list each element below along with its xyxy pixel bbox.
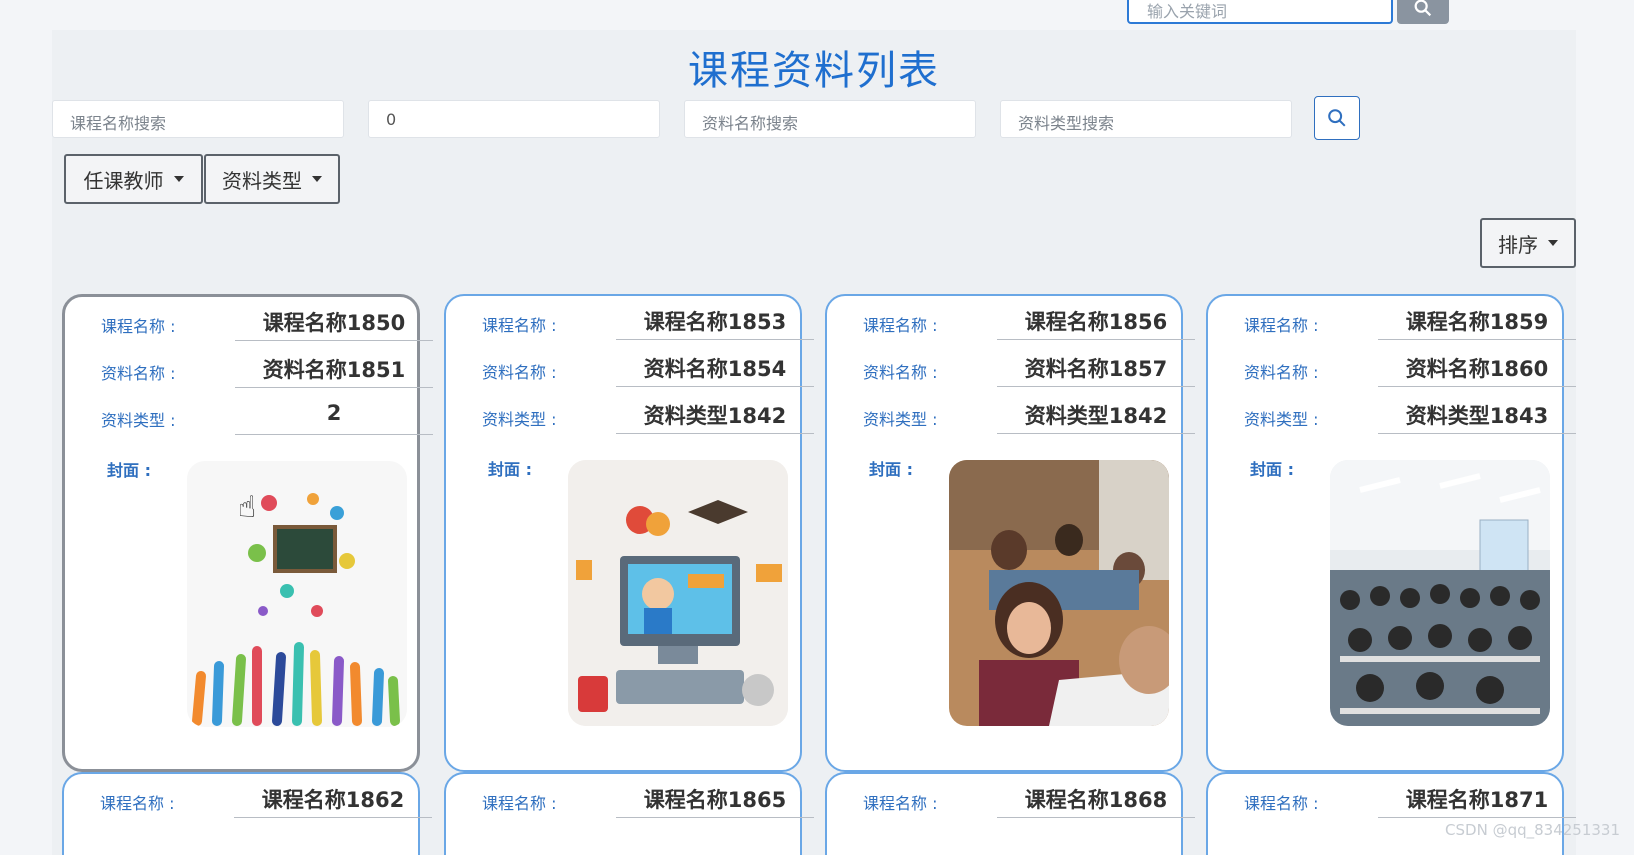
course-value: 课程名称1871 xyxy=(1378,784,1576,818)
type-dropdown[interactable]: 资料类型 xyxy=(204,154,340,204)
caret-down-icon xyxy=(173,176,184,182)
type-value: 资料类型1842 xyxy=(997,400,1195,434)
watermark: CSDN @qq_834251331 xyxy=(1445,821,1620,839)
material-card[interactable]: 课程名称 : 课程名称1853 资料名称 : 资料名称1854 资料类型 : 资料类型… xyxy=(444,294,814,772)
material-card[interactable]: 课程名称 : 课程名称1871 xyxy=(1206,772,1576,855)
material-card[interactable]: 课程名称 : 课程名称1850 资料名称 : 资料名称1851 资料类型 : 2 封面… xyxy=(62,294,433,772)
type-dropdown-label: 资料类型 xyxy=(222,168,302,193)
material-card[interactable]: 课程名称 : 课程名称1868 xyxy=(825,772,1195,855)
teacher-dropdown-label: 任课教师 xyxy=(83,168,164,193)
type-label: 资料类型 : xyxy=(863,410,938,429)
course-value: 课程名称1862 xyxy=(234,784,432,818)
course-label: 课程名称 : xyxy=(1244,794,1319,813)
material-card[interactable]: 课程名称 : 课程名称1865 xyxy=(444,772,814,855)
material-label: 资料名称 : xyxy=(1244,363,1319,382)
course-label: 课程名称 : xyxy=(863,794,938,813)
material-name-search-input[interactable]: 资料名称搜索 xyxy=(684,100,976,138)
type-value: 资料类型1843 xyxy=(1378,400,1576,434)
cover-image[interactable] xyxy=(1330,460,1550,726)
material-value: 资料名称1860 xyxy=(1378,353,1576,387)
material-card[interactable]: 课程名称 : 课程名称1862 xyxy=(62,772,432,855)
cover-image[interactable] xyxy=(949,460,1169,726)
course-label: 课程名称 : xyxy=(863,316,938,335)
global-search-button[interactable] xyxy=(1397,0,1449,24)
type-label: 资料类型 : xyxy=(482,410,557,429)
type-value: 2 xyxy=(235,401,433,435)
sort-dropdown[interactable]: 排序 xyxy=(1480,218,1576,268)
caret-down-icon xyxy=(1548,240,1558,246)
cover-label: 封面 : xyxy=(1250,460,1294,479)
course-value: 课程名称1868 xyxy=(997,784,1195,818)
course-value: 课程名称1865 xyxy=(616,784,814,818)
material-value: 资料名称1854 xyxy=(616,353,814,387)
material-label: 资料名称 : xyxy=(482,363,557,382)
course-label: 课程名称 : xyxy=(482,794,557,813)
material-type-search-input[interactable]: 资料类型搜索 xyxy=(1000,100,1292,138)
global-search-input[interactable]: 输入关键词 xyxy=(1127,0,1393,24)
sort-dropdown-label: 排序 xyxy=(1498,232,1538,257)
course-value: 课程名称1856 xyxy=(997,306,1195,340)
course-name-search-input[interactable]: 课程名称搜索 xyxy=(52,100,344,138)
cover-label: 封面 : xyxy=(107,461,151,480)
material-label: 资料名称 : xyxy=(101,364,176,383)
course-label: 课程名称 : xyxy=(101,317,176,336)
cover-label: 封面 : xyxy=(488,460,532,479)
course-value: 课程名称1853 xyxy=(616,306,814,340)
type-label: 资料类型 : xyxy=(101,411,176,430)
hand-cursor-icon: ☝ xyxy=(238,490,257,525)
course-label: 课程名称 : xyxy=(482,316,557,335)
material-value: 资料名称1857 xyxy=(997,353,1195,387)
type-value: 资料类型1842 xyxy=(616,400,814,434)
number-input[interactable]: 0 xyxy=(368,100,660,138)
teacher-dropdown[interactable]: 任课教师 xyxy=(64,154,203,204)
material-card[interactable]: 课程名称 : 课程名称1859 资料名称 : 资料名称1860 资料类型 : 资料类型… xyxy=(1206,294,1576,772)
material-label: 资料名称 : xyxy=(863,363,938,382)
cover-image[interactable] xyxy=(187,461,407,727)
search-icon xyxy=(1414,0,1432,17)
cover-label: 封面 : xyxy=(869,460,913,479)
page-title: 课程资料列表 xyxy=(688,48,940,94)
course-value: 课程名称1850 xyxy=(235,307,433,341)
cover-image[interactable] xyxy=(568,460,788,726)
course-label: 课程名称 : xyxy=(1244,316,1319,335)
course-value: 课程名称1859 xyxy=(1378,306,1576,340)
type-label: 资料类型 : xyxy=(1244,410,1319,429)
filter-search-button[interactable] xyxy=(1314,96,1360,140)
caret-down-icon xyxy=(312,176,322,182)
material-card[interactable]: 课程名称 : 课程名称1856 资料名称 : 资料名称1857 资料类型 : 资料类型… xyxy=(825,294,1195,772)
search-icon xyxy=(1328,109,1346,127)
material-value: 资料名称1851 xyxy=(235,354,433,388)
course-label: 课程名称 : xyxy=(100,794,175,813)
